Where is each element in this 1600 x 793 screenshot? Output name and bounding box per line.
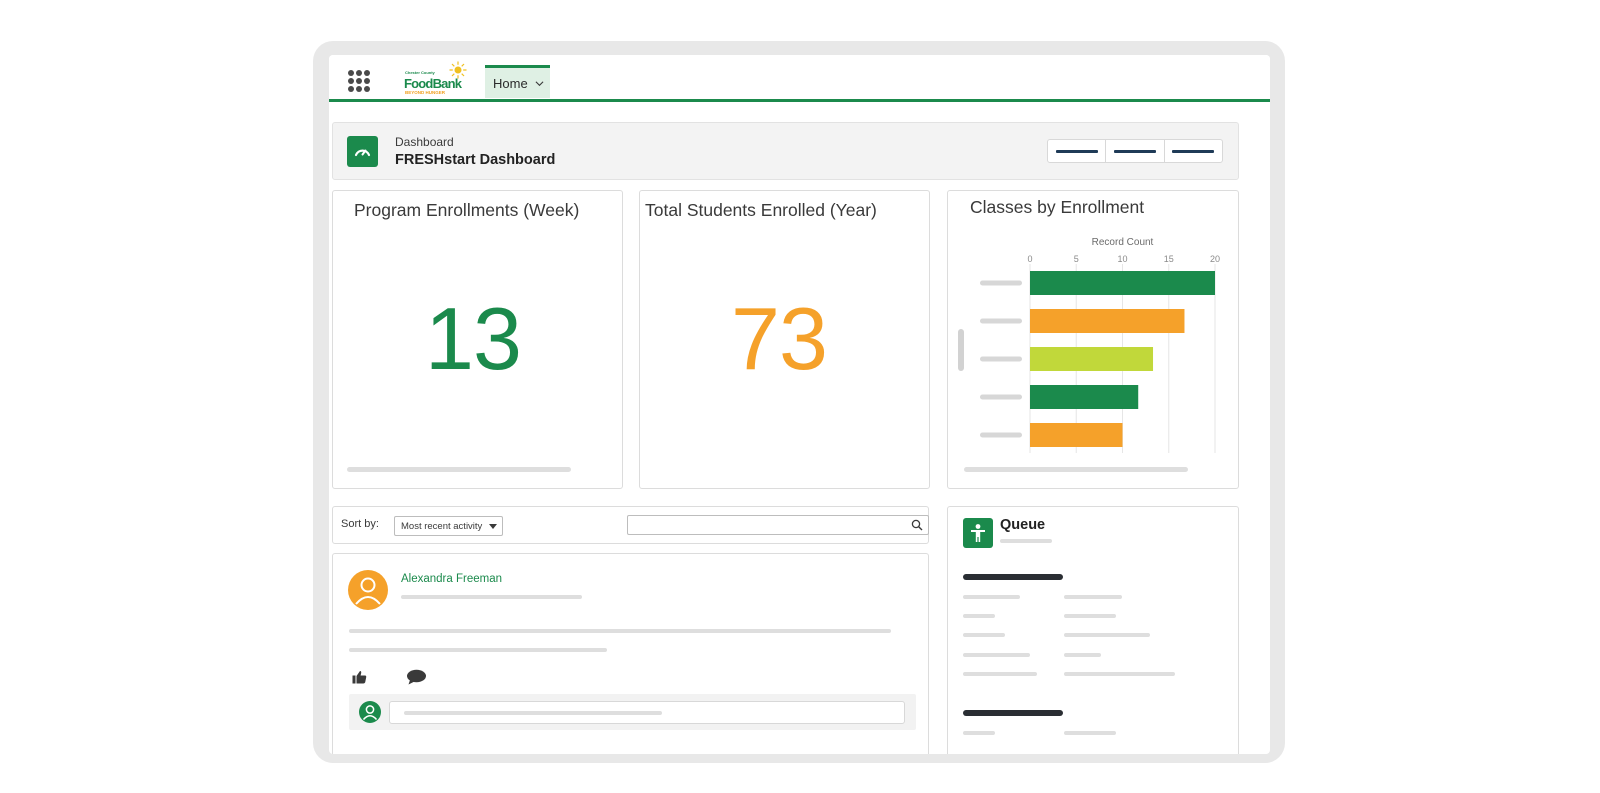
top-nav: Chester County FoodBank BEYOND HUNGER Ho… bbox=[329, 55, 1270, 103]
search-icon[interactable] bbox=[911, 519, 923, 531]
metric-title: Program Enrollments (Week) bbox=[354, 200, 580, 220]
field-label-placeholder bbox=[963, 731, 995, 735]
tab-home[interactable]: Home bbox=[485, 65, 550, 98]
app-screen: Chester County FoodBank BEYOND HUNGER Ho… bbox=[329, 55, 1270, 754]
header-action-button-1[interactable] bbox=[1048, 140, 1107, 162]
category-label-placeholder bbox=[980, 318, 1022, 324]
category-label-placeholder bbox=[980, 394, 1022, 400]
dashboard-gauge-icon bbox=[347, 136, 378, 167]
text-placeholder bbox=[404, 711, 662, 715]
queue-title: Queue bbox=[1000, 517, 1046, 533]
metric-card-students-year[interactable]: Total Students Enrolled (Year) 73 bbox=[639, 190, 930, 489]
post-author-link[interactable]: Alexandra Freeman bbox=[401, 573, 502, 585]
field-value-placeholder bbox=[1064, 595, 1122, 599]
field-label-placeholder bbox=[963, 595, 1020, 599]
header-action-button-2[interactable] bbox=[1106, 140, 1165, 162]
field-label-placeholder bbox=[963, 614, 995, 618]
category-label-placeholder bbox=[980, 432, 1022, 438]
card-footer-placeholder bbox=[964, 467, 1188, 472]
section-heading-placeholder bbox=[963, 710, 1063, 716]
thumbs-up-icon[interactable] bbox=[352, 670, 367, 684]
caret-down-icon bbox=[489, 524, 497, 529]
tab-home-label: Home bbox=[493, 75, 528, 91]
chevron-down-icon[interactable] bbox=[535, 79, 544, 88]
x-tick-label: 20 bbox=[1210, 254, 1220, 264]
text-placeholder bbox=[401, 595, 582, 599]
bar[interactable] bbox=[1030, 271, 1215, 295]
user-icon bbox=[355, 577, 381, 605]
logo-top-text: Chester County bbox=[405, 70, 435, 75]
sort-select-value: Most recent activity bbox=[401, 521, 483, 532]
nav-accent-line bbox=[329, 99, 1270, 102]
text-placeholder bbox=[349, 629, 891, 633]
header-button-group bbox=[1047, 139, 1223, 163]
metric-value: 13 bbox=[425, 289, 522, 388]
text-placeholder bbox=[1000, 539, 1052, 543]
comment-reply-row bbox=[349, 694, 916, 730]
category-label-placeholder bbox=[980, 280, 1022, 286]
sort-select[interactable]: Most recent activity bbox=[394, 516, 503, 536]
page-title: FRESHstart Dashboard bbox=[395, 152, 556, 168]
app-launcher-icon[interactable] bbox=[348, 70, 370, 92]
feed-sort-bar: Sort by: Most recent activity bbox=[332, 506, 929, 544]
field-label-placeholder bbox=[963, 633, 1005, 637]
field-label-placeholder bbox=[963, 672, 1037, 676]
foodbank-logo: Chester County FoodBank BEYOND HUNGER bbox=[403, 61, 469, 97]
dashboard-kicker: Dashboard bbox=[395, 135, 454, 149]
scroll-handle[interactable] bbox=[958, 329, 964, 371]
x-tick-label: 15 bbox=[1164, 254, 1174, 264]
chart-card-classes[interactable]: Classes by Enrollment Record Count 0 5 10 15… bbox=[947, 190, 1239, 489]
feed-post: Alexandra Freeman bbox=[332, 553, 929, 754]
feed-search-input[interactable] bbox=[627, 515, 929, 535]
metric-value: 73 bbox=[731, 289, 828, 388]
logo-sub-text: BEYOND HUNGER bbox=[405, 90, 446, 95]
queue-card: Queue bbox=[947, 506, 1239, 754]
metric-card-enrollments-week[interactable]: Program Enrollments (Week) 13 bbox=[332, 190, 623, 489]
category-label-placeholder bbox=[980, 356, 1022, 362]
bar[interactable] bbox=[1030, 385, 1139, 409]
field-value-placeholder bbox=[1064, 614, 1116, 618]
bar-chart: Record Count 0 5 10 15 20 bbox=[958, 237, 1220, 453]
sort-label: Sort by: bbox=[341, 518, 379, 530]
field-value-placeholder bbox=[1064, 653, 1101, 657]
section-heading-placeholder bbox=[963, 574, 1063, 580]
text-placeholder bbox=[349, 648, 607, 652]
x-tick-label: 10 bbox=[1117, 254, 1127, 264]
bar[interactable] bbox=[1030, 347, 1154, 371]
header-action-button-3[interactable] bbox=[1165, 140, 1222, 162]
bar[interactable] bbox=[1030, 423, 1123, 447]
logo-main-text: FoodBank bbox=[404, 76, 462, 91]
avatar[interactable] bbox=[348, 570, 388, 610]
field-value-placeholder bbox=[1064, 731, 1116, 735]
comment-icon[interactable] bbox=[406, 669, 427, 685]
x-tick-label: 5 bbox=[1074, 254, 1079, 264]
field-value-placeholder bbox=[1064, 672, 1175, 676]
avatar bbox=[359, 701, 381, 723]
x-tick-label: 0 bbox=[1027, 254, 1032, 264]
x-axis-label: Record Count bbox=[1092, 237, 1154, 248]
field-value-placeholder bbox=[1064, 633, 1150, 637]
dashboard-header: Dashboard FRESHstart Dashboard bbox=[332, 122, 1239, 180]
card-footer-placeholder bbox=[347, 467, 571, 472]
metric-title: Total Students Enrolled (Year) bbox=[645, 200, 877, 220]
field-label-placeholder bbox=[963, 653, 1030, 657]
person-icon bbox=[963, 518, 993, 548]
bar[interactable] bbox=[1030, 309, 1185, 333]
user-icon bbox=[362, 705, 378, 721]
comment-input[interactable] bbox=[389, 701, 905, 724]
